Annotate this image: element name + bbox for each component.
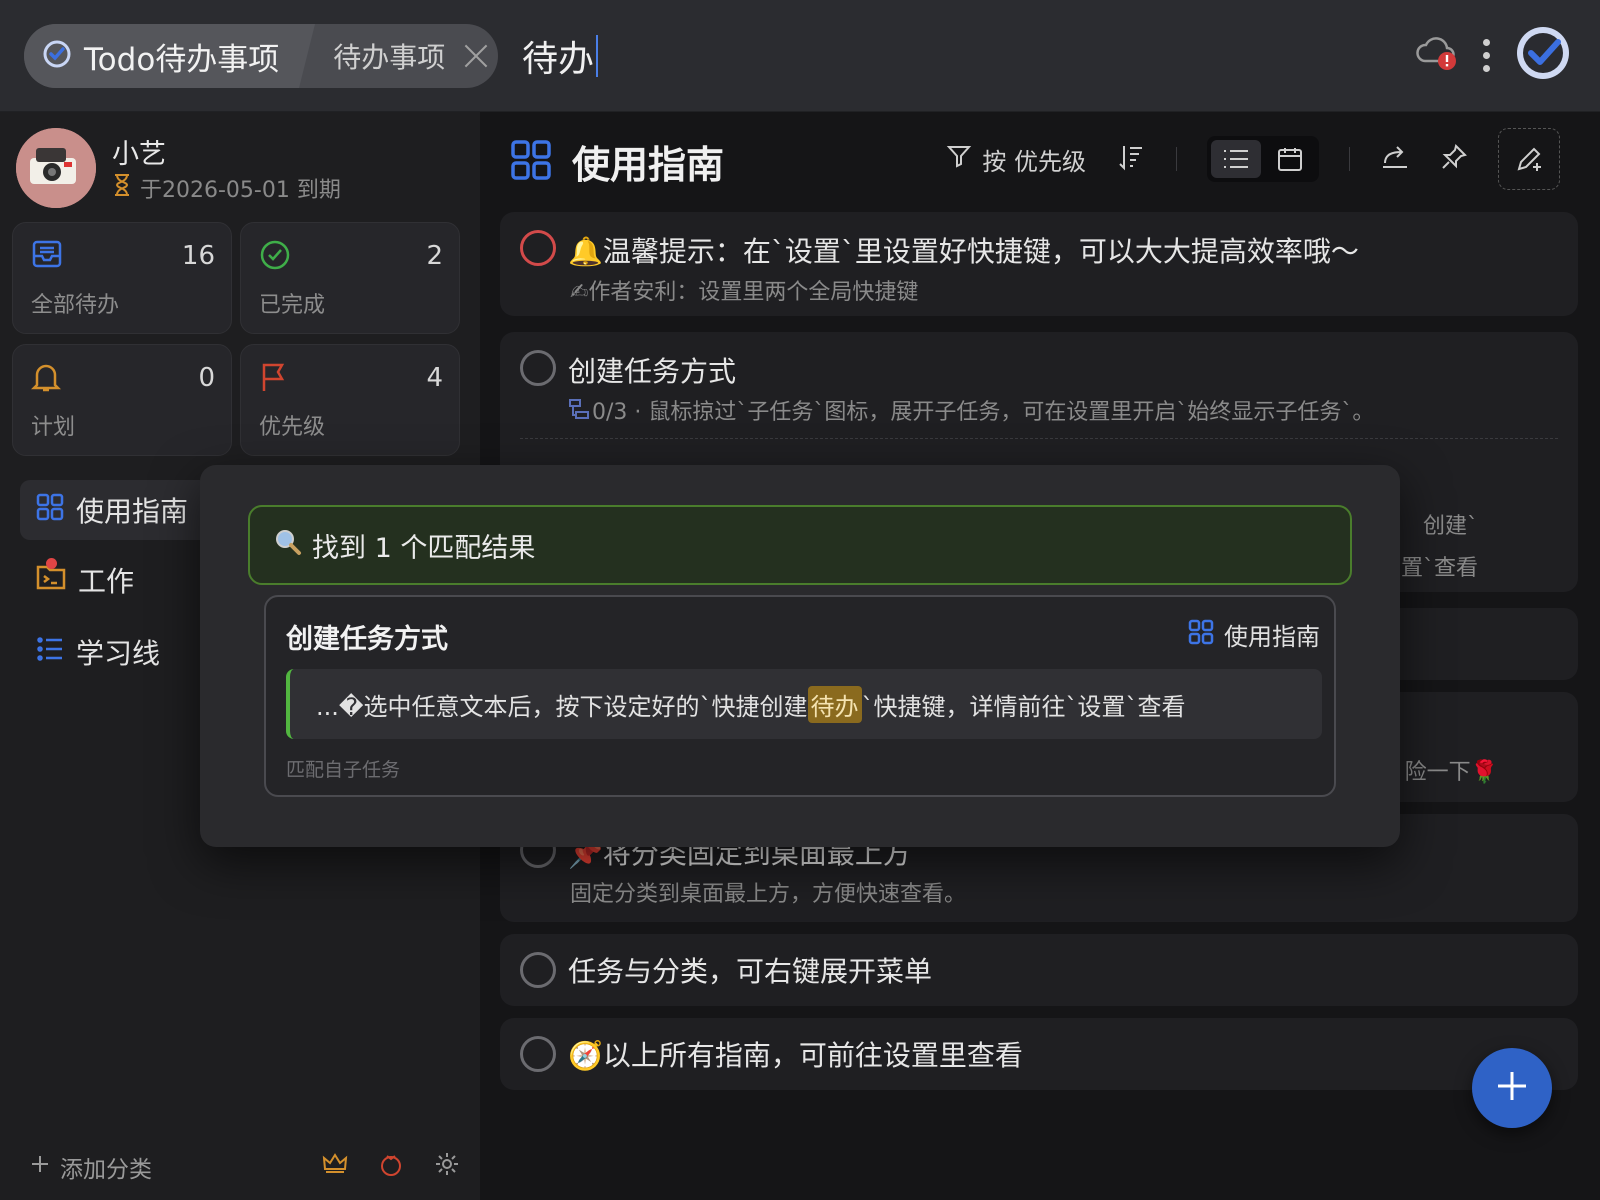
result-snippet: ...�选中任意文本后，按下设定好的`快捷创建 待办 `快捷键，详情前往`设置`查看 <box>286 669 1322 739</box>
search-input[interactable]: 待办 <box>522 30 599 82</box>
stat-count: 4 <box>426 363 443 393</box>
bell-icon <box>30 361 62 397</box>
task-subtask-info: 0/3 · 鼠标掠过`子任务`图标，展开子任务，可在设置里开启`始终显示子任务`… <box>592 400 1375 425</box>
result-title: 创建任务方式 <box>286 624 448 655</box>
task-title: 🧭以上所有指南，可前往设置里查看 <box>568 1039 1023 1072</box>
task-note: 固定分类到桌面最上方，方便快速查看。 <box>570 882 967 907</box>
avatar[interactable] <box>16 128 96 208</box>
stat-planned[interactable]: 0 计划 <box>12 344 232 456</box>
magnifier-icon <box>274 528 302 563</box>
stat-count: 0 <box>198 363 215 393</box>
stat-priority[interactable]: 4 优先级 <box>240 344 460 456</box>
task-title: 创建任务方式 <box>568 355 737 388</box>
app-badge-icon[interactable] <box>1514 24 1572 86</box>
crown-icon[interactable] <box>322 1151 348 1183</box>
task-checkbox[interactable] <box>520 1036 556 1072</box>
list-view-button[interactable] <box>1211 140 1261 178</box>
match-source: 匹配自子任务 <box>286 759 401 781</box>
add-category-button[interactable]: 添加分类 <box>30 1150 322 1184</box>
expiry-info: 于2026-05-01 到期 <box>112 172 341 204</box>
grid-icon <box>1188 619 1214 651</box>
result-category: 使用指南 <box>1188 617 1320 652</box>
user-name: 小艺 <box>112 139 166 170</box>
divider <box>520 438 1558 439</box>
flag-icon <box>259 361 289 397</box>
tomato-timer-icon[interactable] <box>378 1151 404 1183</box>
share-icon[interactable] <box>1380 143 1410 175</box>
add-task-button[interactable] <box>1498 128 1560 190</box>
task-item[interactable]: 任务与分类，可右键展开菜单 <box>500 934 1578 1006</box>
task-title: 🔔温馨提示：在`设置`里设置好快捷键，可以大大提高效率哦～ <box>568 235 1359 268</box>
add-task-fab[interactable] <box>1472 1048 1552 1128</box>
stat-label: 已完成 <box>259 293 326 318</box>
add-category-label: 添加分类 <box>60 1157 152 1183</box>
app-logo-icon <box>42 39 72 73</box>
page-title: 使用指南 <box>572 143 725 187</box>
sidebar-item-label: 学习线 <box>76 637 161 670</box>
search-query: 待办 <box>522 39 595 80</box>
stat-count: 2 <box>426 241 443 271</box>
snippet-after: `快捷键，详情前往`设置`查看 <box>861 692 1186 721</box>
task-note: ✍作者安利：设置里两个全局快捷键 <box>570 280 919 305</box>
search-result-card[interactable]: 创建任务方式 使用指南 ...�选中任意文本后，按下设定好的`快捷创建 待办 `快捷… <box>264 595 1336 797</box>
plus-icon <box>1495 1069 1529 1107</box>
hourglass-icon <box>112 173 132 203</box>
divider <box>1176 147 1177 171</box>
gear-icon[interactable] <box>434 1151 460 1183</box>
plus-icon <box>30 1154 50 1180</box>
expiry-text: 于2026-05-01 到期 <box>140 178 341 203</box>
task-checkbox[interactable] <box>520 350 556 386</box>
search-results-popup: 找到 1 个匹配结果 创建任务方式 使用指南 ...�选中任意文本后，按下设定好… <box>200 465 1400 847</box>
sidebar-item-study[interactable]: 学习线 <box>20 622 160 682</box>
filter-icon <box>946 143 972 175</box>
task-item[interactable]: 🧭以上所有指南，可前往设置里查看 <box>500 1018 1578 1090</box>
breadcrumb-tab[interactable]: 待办事项 <box>299 24 489 88</box>
search-summary-text: 找到 1 个匹配结果 <box>312 532 536 564</box>
filter-label: 按 优先级 <box>982 147 1086 176</box>
task-checkbox[interactable] <box>520 230 556 266</box>
text-caret <box>596 35 599 77</box>
stat-all-todos[interactable]: 16 全部待办 <box>12 222 232 334</box>
task-text-fragment: 险一下🌹 <box>1404 760 1498 785</box>
stat-count: 16 <box>181 241 215 271</box>
cloud-sync-error-icon[interactable] <box>1415 33 1459 77</box>
breadcrumb-app[interactable]: Todo待办事项 <box>24 24 316 88</box>
tab-label: 待办事项 <box>333 41 446 74</box>
grid-icon <box>510 139 552 185</box>
task-checkbox[interactable] <box>520 952 556 988</box>
sidebar-item-label: 使用指南 <box>76 495 189 528</box>
task-item[interactable]: 🔔温馨提示：在`设置`里设置好快捷键，可以大大提高效率哦～ ✍作者安利：设置里两… <box>500 212 1578 316</box>
stat-label: 全部待办 <box>31 293 120 318</box>
subtask-text-fragment: 创建` <box>1422 514 1478 539</box>
snippet-match-highlight: 待办 <box>807 685 862 723</box>
title-bar: Todo待办事项 待办事项 待办 <box>0 0 1600 112</box>
stat-label: 计划 <box>31 415 76 440</box>
stat-completed[interactable]: 2 已完成 <box>240 222 460 334</box>
view-toggle <box>1207 136 1319 182</box>
task-title: 任务与分类，可右键展开菜单 <box>568 955 933 988</box>
sidebar-item-label: 工作 <box>78 565 135 598</box>
check-circle-icon <box>259 239 291 275</box>
close-icon[interactable] <box>463 43 489 69</box>
inbox-icon <box>31 239 63 273</box>
sidebar-item-work[interactable]: 工作 <box>20 550 134 610</box>
divider <box>1349 147 1350 171</box>
grid-icon <box>36 493 64 528</box>
sort-icon[interactable] <box>1116 142 1146 176</box>
calendar-view-button[interactable] <box>1265 140 1315 178</box>
unread-dot <box>46 558 57 569</box>
list-icon <box>36 635 64 670</box>
search-summary: 找到 1 个匹配结果 <box>248 505 1352 585</box>
stat-label: 优先级 <box>259 415 326 440</box>
breadcrumb: Todo待办事项 待办事项 <box>24 24 498 88</box>
filter-button[interactable]: 按 优先级 <box>946 142 1086 177</box>
app-title: Todo待办事项 <box>84 41 280 78</box>
more-menu-icon[interactable] <box>1483 38 1490 72</box>
snippet-before: ...�选中任意文本后，按下设定好的`快捷创建 <box>316 692 808 721</box>
subtask-text-fragment: 置`查看 <box>1400 556 1478 581</box>
subtask-icon <box>568 398 590 424</box>
result-category-label: 使用指南 <box>1224 623 1320 651</box>
pin-icon[interactable] <box>1440 143 1468 175</box>
